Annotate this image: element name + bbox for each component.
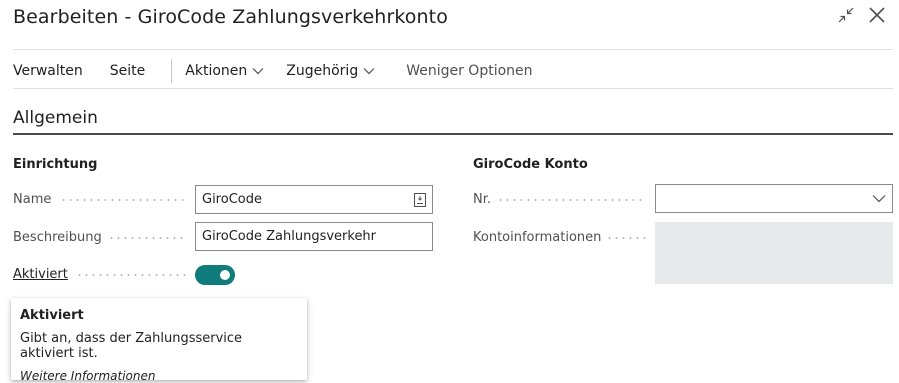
enabled-toggle[interactable] bbox=[195, 265, 235, 285]
action-label: Verwalten bbox=[13, 63, 83, 79]
action-verwalten[interactable]: Verwalten bbox=[13, 63, 83, 79]
header-divider bbox=[13, 49, 893, 50]
chevron-down-icon bbox=[363, 67, 375, 75]
close-button[interactable] bbox=[866, 6, 888, 28]
leader-dots bbox=[497, 199, 646, 201]
account-info-label: Kontoinformationen bbox=[473, 230, 602, 245]
tooltip-text: Gibt an, dass der Zahlungsservice aktivi… bbox=[20, 331, 243, 361]
section-rule bbox=[13, 133, 893, 135]
description-field[interactable]: GiroCode Zahlungsverkehr bbox=[195, 222, 433, 251]
account-info-box bbox=[655, 222, 893, 284]
chevron-down-icon bbox=[252, 67, 264, 75]
enabled-label[interactable]: Aktiviert bbox=[13, 267, 68, 282]
lookup-icon[interactable] bbox=[414, 192, 426, 207]
number-label: Nr. bbox=[473, 192, 492, 207]
action-label: Aktionen bbox=[185, 63, 248, 79]
action-bar: Verwalten Seite Aktionen Zugehörig Wenig… bbox=[13, 59, 533, 83]
collapse-button[interactable] bbox=[835, 6, 857, 28]
action-aktionen[interactable]: Aktionen bbox=[185, 63, 264, 79]
page-title: Bearbeiten - GiroCode Zahlungsverkehrkon… bbox=[13, 6, 448, 28]
field-tooltip: Aktiviert Gibt an, dass der Zahlungsserv… bbox=[11, 298, 307, 383]
action-zugehoerig[interactable]: Zugehörig bbox=[286, 63, 375, 79]
description-label: Beschreibung bbox=[13, 230, 102, 245]
section-title[interactable]: Allgemein bbox=[13, 108, 98, 128]
leader-dots bbox=[60, 199, 186, 201]
name-field[interactable]: GiroCode bbox=[195, 185, 433, 214]
action-bar-separator bbox=[171, 59, 173, 83]
action-label: Zugehörig bbox=[286, 63, 359, 79]
tooltip-title: Aktiviert bbox=[20, 308, 84, 323]
group-title-setup: Einrichtung bbox=[13, 157, 98, 172]
number-select[interactable] bbox=[655, 184, 893, 213]
leader-dots bbox=[108, 237, 186, 239]
leader-dots bbox=[606, 237, 646, 239]
actionbar-divider bbox=[13, 88, 893, 89]
description-field-value: GiroCode Zahlungsverkehr bbox=[202, 229, 377, 244]
tooltip-more-info-link[interactable]: Weitere Informationen bbox=[20, 369, 298, 383]
name-field-value: GiroCode bbox=[202, 192, 262, 207]
action-label: Seite bbox=[109, 63, 146, 79]
name-label: Name bbox=[13, 192, 52, 207]
chevron-down-icon bbox=[872, 194, 886, 203]
collapse-arrows-icon bbox=[838, 7, 854, 27]
group-title-account: GiroCode Konto bbox=[473, 157, 588, 172]
leader-dots bbox=[76, 274, 186, 276]
action-seite[interactable]: Seite bbox=[110, 63, 146, 79]
action-label: Weniger Optionen bbox=[406, 63, 533, 79]
close-icon bbox=[868, 6, 886, 28]
action-weniger-optionen[interactable]: Weniger Optionen bbox=[406, 63, 532, 79]
toggle-knob bbox=[220, 270, 230, 280]
